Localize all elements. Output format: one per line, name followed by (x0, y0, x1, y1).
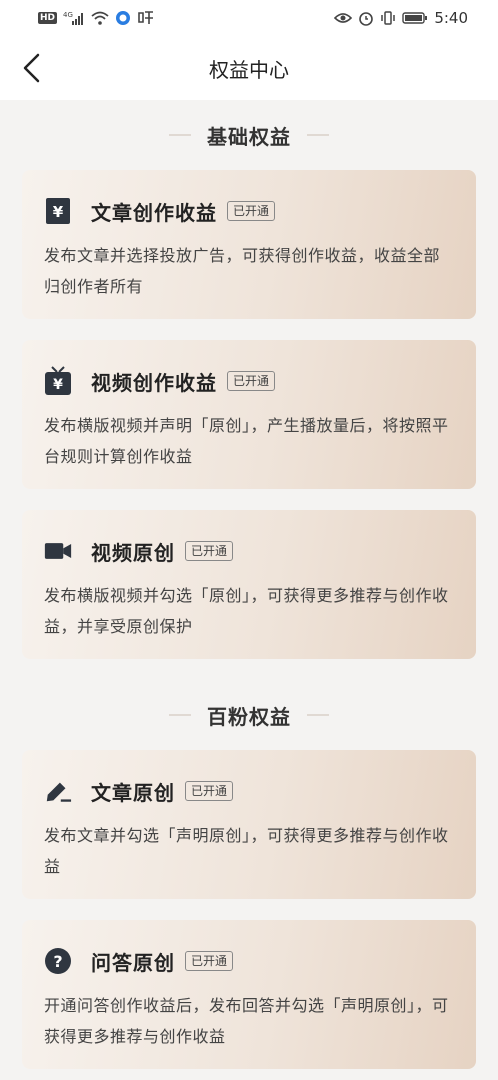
eye-icon (334, 11, 353, 25)
cell-signal-icon: 4G (63, 11, 85, 25)
status-bar: HD 4G 5:40 (0, 0, 498, 36)
chevron-left-icon (23, 53, 40, 83)
page-title: 权益中心 (209, 57, 289, 82)
question-icon: ? (44, 947, 72, 975)
status-right: 5:40 (334, 9, 468, 27)
yen-note-icon: ¥ (44, 197, 72, 225)
pen-icon (44, 777, 72, 805)
back-button[interactable] (14, 50, 50, 86)
benefit-card-video-original[interactable]: 视频原创 已开通 发布横版视频并勾选「原创」，可获得更多推荐与创作收益，并享受原… (22, 510, 476, 659)
benefit-card-video-earnings[interactable]: ¥ 视频创作收益 已开通 发布横版视频并声明「原创」，产生播放量后，将按照平台规… (22, 340, 476, 489)
divider-line (307, 714, 329, 716)
section-title: 基础权益 (207, 124, 291, 149)
card-description: 开通问答创作收益后，发布回答并勾选「声明原创」，可获得更多推荐与创作收益 (44, 996, 449, 1046)
battery-icon (402, 11, 428, 25)
video-camera-icon (44, 537, 72, 565)
card-header: ? 问答原创 已开通 (44, 946, 454, 976)
status-badge: 已开通 (185, 781, 234, 801)
section-header-basic: 基础权益 (22, 100, 476, 170)
wifi-icon (91, 11, 109, 25)
card-title: 文章创作收益 (91, 200, 217, 225)
status-badge: 已开通 (227, 201, 276, 221)
svg-text:¥: ¥ (53, 377, 63, 393)
section-title: 百粉权益 (207, 704, 291, 729)
card-header: ¥ 文章创作收益 已开通 (44, 196, 454, 226)
app-notification-icon (115, 10, 131, 26)
status-badge: 已开通 (227, 371, 276, 391)
divider-line (307, 134, 329, 136)
hd-badge: HD (38, 12, 58, 24)
svg-text:?: ? (53, 952, 62, 971)
svg-text:4G: 4G (63, 11, 73, 19)
clock-time: 5:40 (434, 9, 468, 27)
card-title: 文章原创 (91, 780, 175, 805)
vibrate-icon (380, 10, 396, 26)
card-title: 问答原创 (91, 950, 175, 975)
card-title: 视频原创 (91, 540, 175, 565)
alarm-icon (358, 10, 374, 26)
card-header: 文章原创 已开通 (44, 776, 454, 806)
divider-line (169, 134, 191, 136)
section-header-hundred-fans: 百粉权益 (22, 680, 476, 750)
nav-bar: 权益中心 (0, 36, 498, 100)
status-badge: 已开通 (185, 541, 234, 561)
status-left: HD 4G (38, 10, 155, 26)
card-header: 视频原创 已开通 (44, 536, 454, 566)
tv-yen-icon: ¥ (44, 366, 72, 395)
benefit-card-qa-original[interactable]: ? 问答原创 已开通 开通问答创作收益后，发布回答并勾选「声明原创」，可获得更多… (22, 920, 476, 1069)
card-description: 发布文章并选择投放广告，可获得创作收益，收益全部归创作者所有 (44, 246, 441, 296)
divider-line (169, 714, 191, 716)
card-title: 视频创作收益 (91, 370, 217, 395)
card-description: 发布文章并勾选「声明原创」，可获得更多推荐与创作收益 (44, 826, 449, 876)
listen-app-icon (137, 10, 155, 26)
benefit-card-article-earnings[interactable]: ¥ 文章创作收益 已开通 发布文章并选择投放广告，可获得创作收益，收益全部归创作… (22, 170, 476, 319)
status-badge: 已开通 (185, 951, 234, 971)
benefits-content: 基础权益 ¥ 文章创作收益 已开通 发布文章并选择投放广告，可获得创作收益，收益… (0, 100, 498, 1069)
card-header: ¥ 视频创作收益 已开通 (44, 366, 454, 396)
svg-text:¥: ¥ (53, 203, 64, 221)
benefit-card-article-original[interactable]: 文章原创 已开通 发布文章并勾选「声明原创」，可获得更多推荐与创作收益 (22, 750, 476, 899)
card-description: 发布横版视频并声明「原创」，产生播放量后，将按照平台规则计算创作收益 (44, 416, 449, 466)
card-description: 发布横版视频并勾选「原创」，可获得更多推荐与创作收益，并享受原创保护 (44, 586, 449, 636)
